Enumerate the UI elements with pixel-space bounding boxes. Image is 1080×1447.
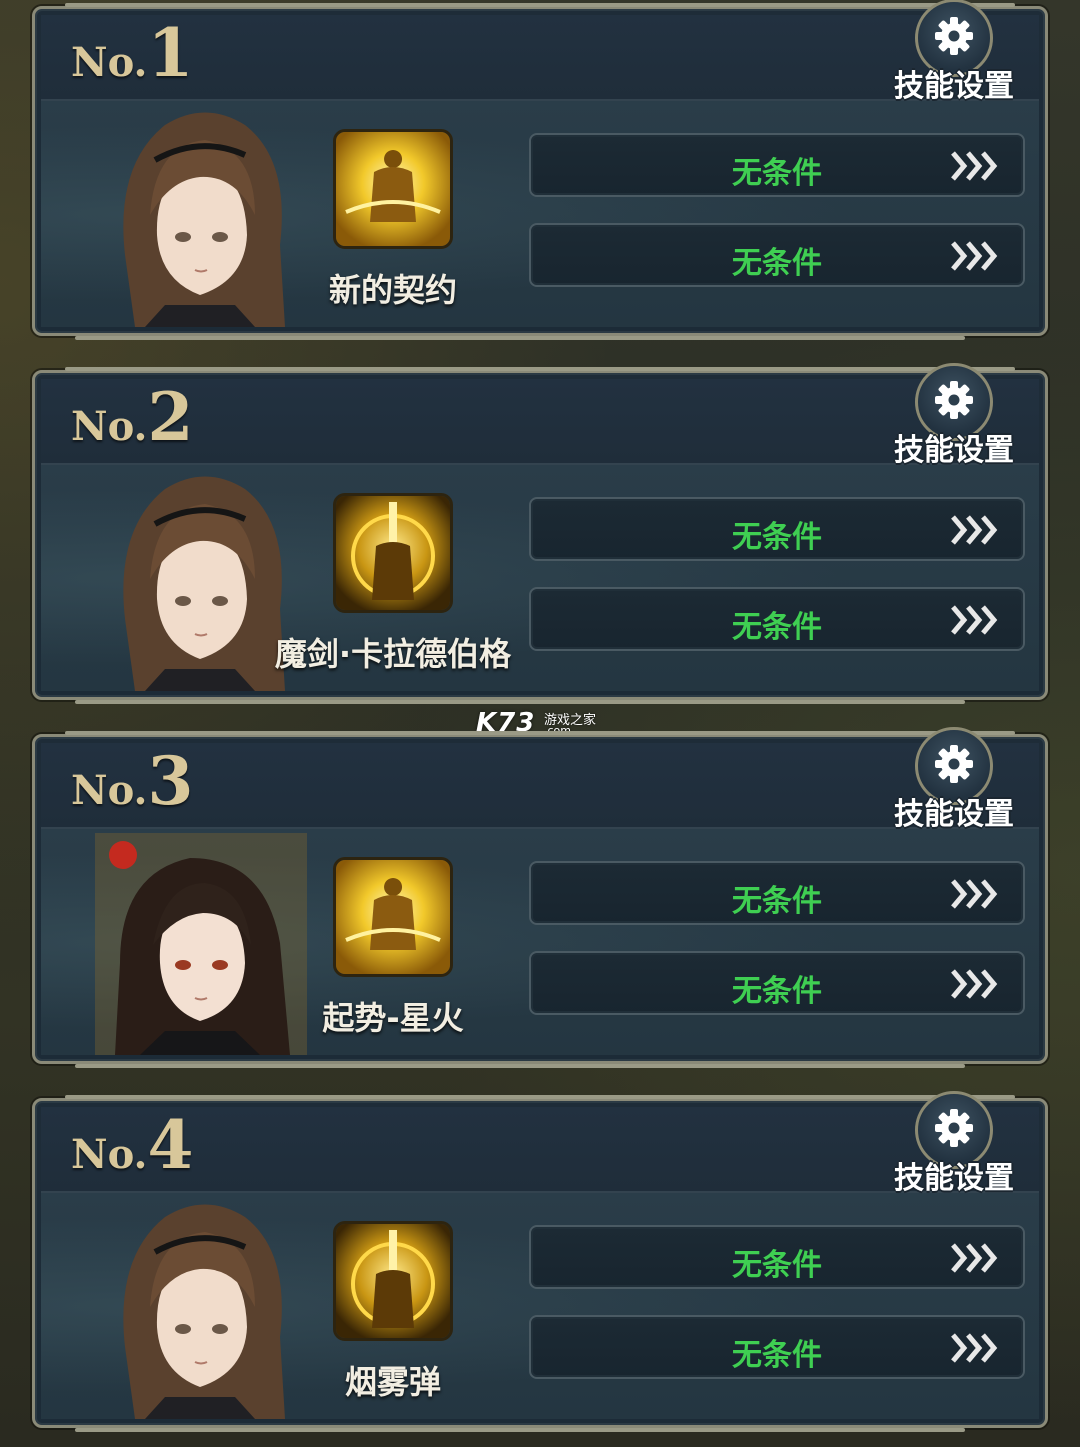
rank-prefix: No. [71,403,148,450]
rank-prefix: No. [71,39,148,86]
triple-chevron-right-icon [949,149,1003,187]
condition-button[interactable]: 无条件 [529,133,1025,197]
triple-chevron-right-icon [949,1331,1003,1369]
condition-button[interactable]: 无条件 [529,861,1025,925]
skill-slot-card: No.2 技能设置 魔剑·卡拉德伯格 无条件 无条件 [32,363,1048,704]
rank-number: 2 [147,378,194,456]
skill-name: 魔剑·卡拉德伯格 [274,635,512,673]
rank-prefix: No. [71,767,148,814]
skill-icon[interactable] [333,1221,453,1341]
skill-name: 新的契约 [328,271,457,309]
skill-setting-button[interactable]: 技能设置 [889,1091,1019,1196]
skill-setting-button[interactable]: 技能设置 [889,0,1019,104]
triple-chevron-right-icon [949,1241,1003,1279]
skill-icon[interactable] [333,129,453,249]
condition-button[interactable]: 无条件 [529,1315,1025,1379]
condition-button[interactable]: 无条件 [529,497,1025,561]
condition-button[interactable]: 无条件 [529,587,1025,651]
skill-setting-label: 技能设置 [894,1161,1014,1196]
skill-icon[interactable] [333,857,453,977]
skill-setting-label: 技能设置 [894,69,1014,104]
skill-setting-label: 技能设置 [894,797,1014,832]
skill-slot-card: No.3 技能设置 起势-星火 无条件 无条件 [32,727,1048,1068]
rank-number: 3 [147,742,194,820]
skill-slot-card: No.4 技能设置 烟雾弹 无条件 无条件 [32,1091,1048,1432]
triple-chevron-right-icon [949,513,1003,551]
skill-slot-card: No.1 技能设置 新的契约 无条件 无条件 [32,0,1048,340]
skill-setting-button[interactable]: 技能设置 [889,727,1019,832]
rank-number: 1 [147,14,194,92]
rank-number: 4 [147,1106,194,1184]
slot-rank: No.2 [71,384,193,450]
skill-name: 起势-星火 [322,999,464,1037]
triple-chevron-right-icon [949,877,1003,915]
slot-rank: No.3 [71,748,193,814]
skill-setting-label: 技能设置 [894,433,1014,468]
triple-chevron-right-icon [949,967,1003,1005]
slot-rank: No.1 [71,20,193,86]
condition-button[interactable]: 无条件 [529,951,1025,1015]
condition-button[interactable]: 无条件 [529,223,1025,287]
slot-rank: No.4 [71,1112,193,1178]
skill-icon[interactable] [333,493,453,613]
triple-chevron-right-icon [949,603,1003,641]
skill-name: 烟雾弹 [344,1363,441,1401]
condition-button[interactable]: 无条件 [529,1225,1025,1289]
skill-setting-button[interactable]: 技能设置 [889,363,1019,468]
triple-chevron-right-icon [949,239,1003,277]
rank-prefix: No. [71,1131,148,1178]
